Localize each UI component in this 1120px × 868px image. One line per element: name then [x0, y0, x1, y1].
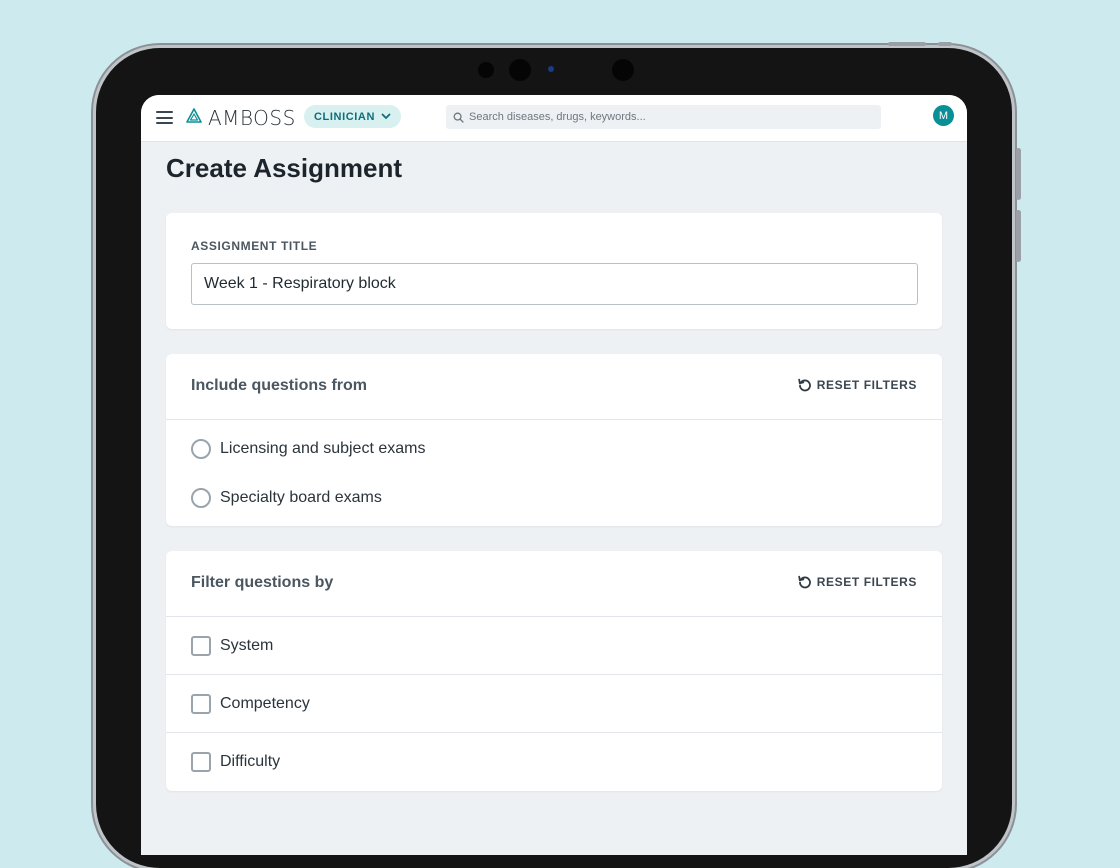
checkbox[interactable]	[191, 693, 211, 714]
filter-option-competency[interactable]: Competency	[166, 675, 942, 733]
reset-filters-label: RESET FILTERS	[816, 575, 917, 589]
tablet-device: AMBOSS CLINICIAN M Create Assignment	[96, 42, 1021, 868]
filter-questions-heading: Filter questions by	[191, 574, 334, 591]
reset-filters-button[interactable]: RESET FILTERS	[798, 378, 917, 392]
option-label: System	[220, 636, 274, 654]
assignment-title-card: ASSIGNMENT TITLE	[166, 213, 942, 329]
radio-button[interactable]	[191, 439, 211, 459]
reset-icon	[798, 378, 811, 392]
radio-button[interactable]	[191, 488, 211, 508]
assignment-title-label: ASSIGNMENT TITLE	[191, 239, 318, 253]
include-questions-heading: Include questions from	[191, 377, 368, 394]
option-licensing-exams[interactable]: Licensing and subject exams	[191, 436, 425, 462]
search-icon	[453, 112, 464, 123]
camera-icon	[509, 59, 531, 81]
chevron-down-icon	[381, 113, 391, 120]
top-navigation-bar: AMBOSS CLINICIAN M	[141, 95, 967, 142]
amboss-logo-icon	[186, 108, 202, 123]
filter-option-system[interactable]: System	[166, 617, 942, 675]
camera-lens-icon	[548, 66, 554, 72]
tablet-top-button	[938, 42, 952, 46]
option-label: Specialty board exams	[220, 489, 382, 506]
checkbox[interactable]	[191, 752, 211, 772]
include-questions-header: Include questions from RESET FILTERS	[166, 354, 942, 420]
role-label: CLINICIAN	[314, 110, 376, 123]
reset-filters-label: RESET FILTERS	[816, 378, 917, 392]
filter-questions-header: Filter questions by RESET FILTERS	[166, 551, 942, 617]
option-label: Competency	[220, 694, 310, 712]
user-avatar[interactable]: M	[933, 105, 954, 126]
tablet-volume-down-button	[1016, 210, 1021, 262]
search-bar[interactable]	[446, 105, 881, 129]
search-input[interactable]	[469, 111, 869, 123]
filter-option-difficulty[interactable]: Difficulty	[166, 733, 942, 791]
tablet-top-button	[888, 42, 926, 46]
reset-icon	[798, 575, 811, 589]
role-selector[interactable]: CLINICIAN	[304, 105, 402, 128]
app-screen: AMBOSS CLINICIAN M Create Assignment	[141, 95, 967, 855]
include-questions-card: Include questions from RESET FILTERS Lic…	[166, 354, 942, 526]
tablet-volume-up-button	[1016, 148, 1021, 200]
option-specialty-board-exams[interactable]: Specialty board exams	[191, 485, 382, 511]
sensor-icon	[478, 62, 494, 78]
filter-questions-card: Filter questions by RESET FILTERS System…	[166, 551, 942, 791]
sensor-icon	[612, 59, 634, 81]
checkbox[interactable]	[191, 635, 211, 656]
brand-name: AMBOSS	[208, 106, 296, 130]
page-title: Create Assignment	[166, 153, 402, 183]
menu-icon[interactable]	[156, 111, 173, 124]
option-label: Difficulty	[220, 753, 281, 770]
reset-filters-button[interactable]: RESET FILTERS	[798, 575, 917, 589]
assignment-title-input[interactable]	[191, 263, 918, 305]
option-label: Licensing and subject exams	[220, 440, 426, 457]
